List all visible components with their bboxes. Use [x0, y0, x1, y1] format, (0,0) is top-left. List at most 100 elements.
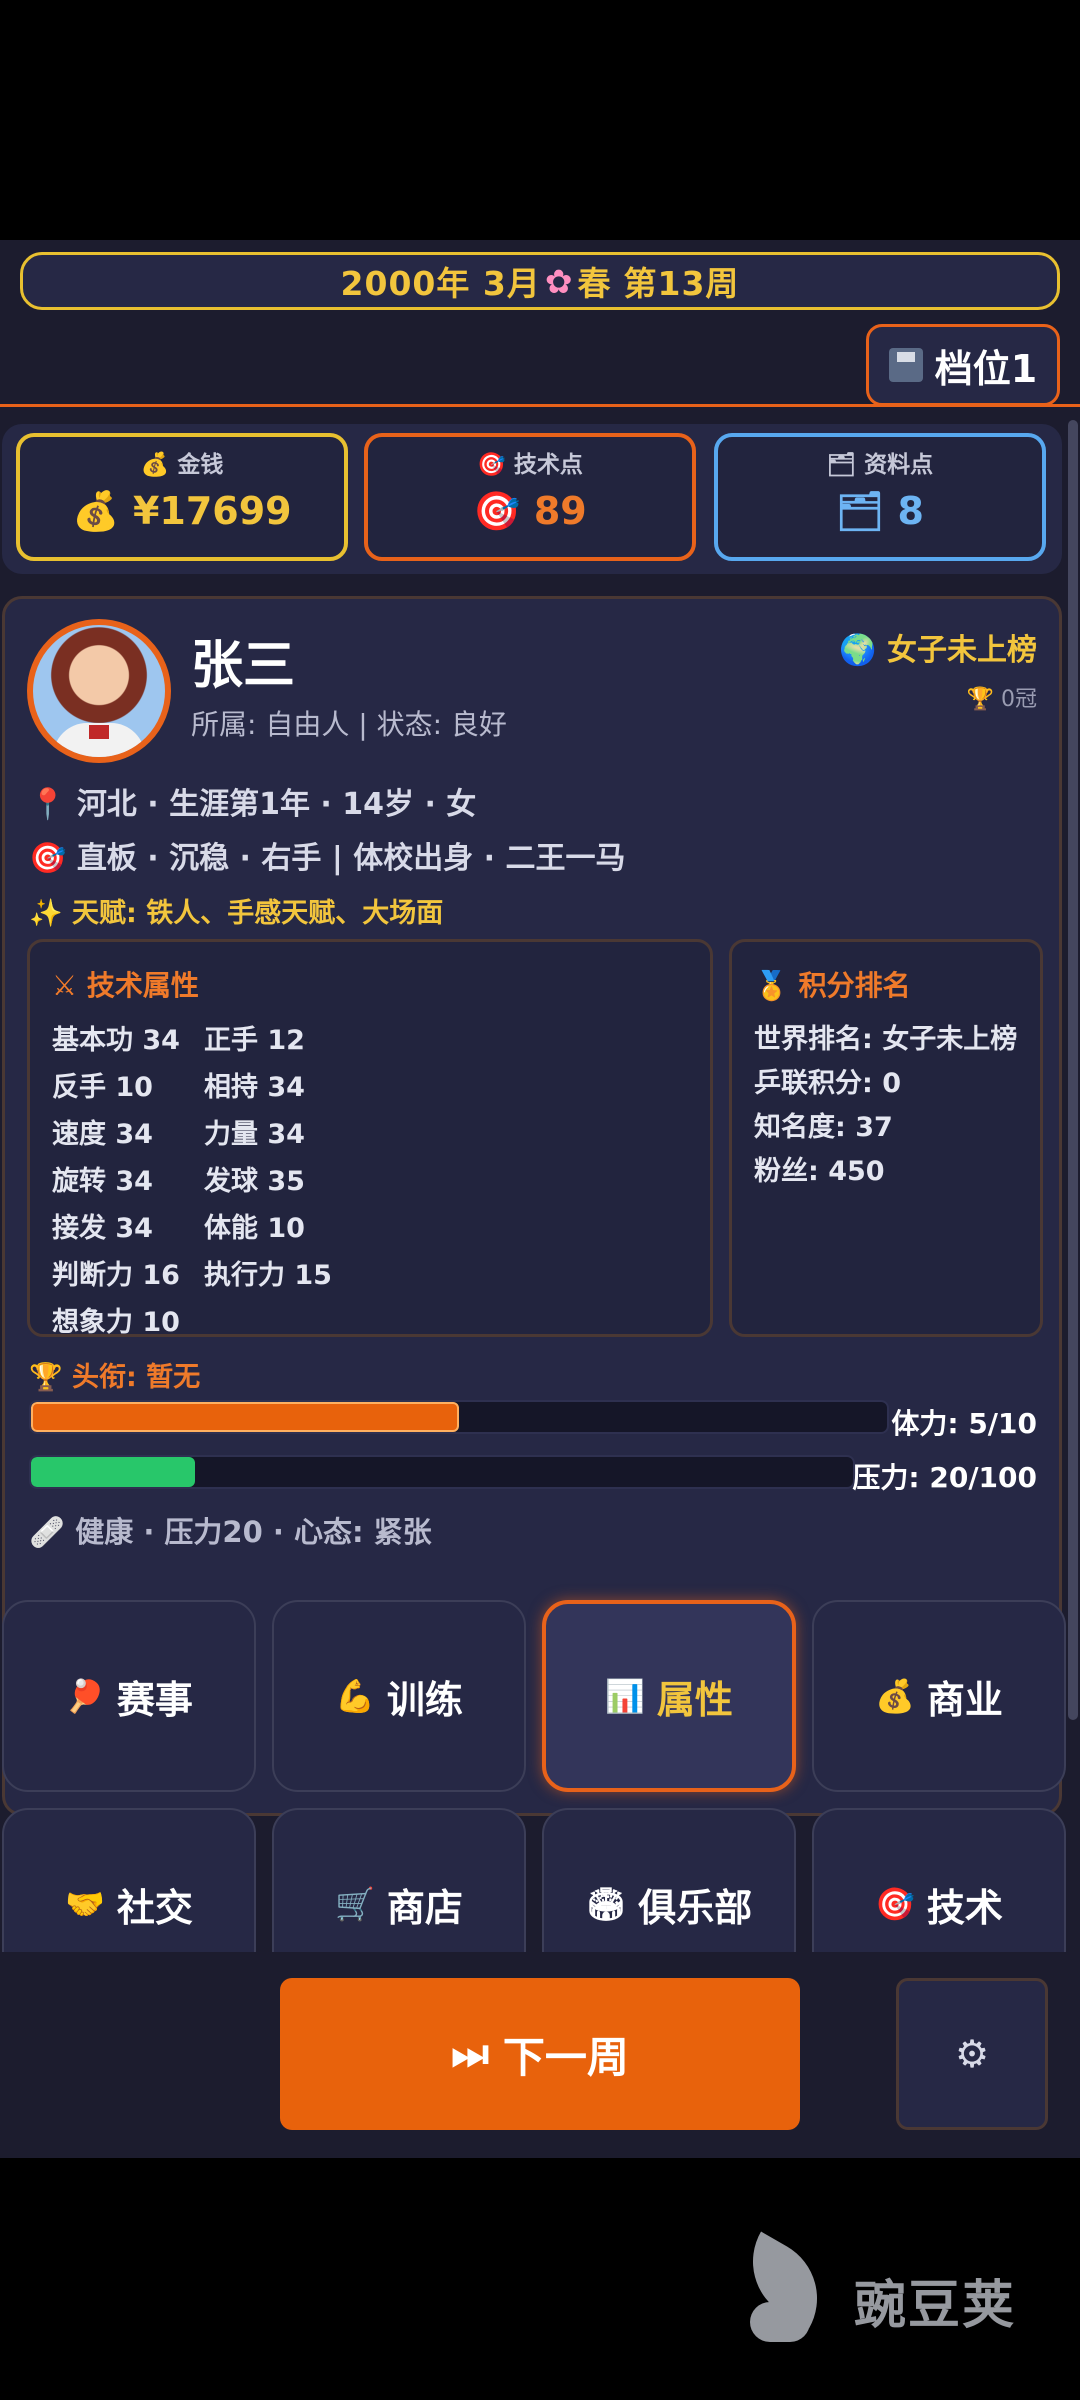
- trophy-icon: 🏆: [29, 1362, 63, 1393]
- target-icon: 🎯: [477, 452, 506, 478]
- stadium-icon: 🏟: [585, 1885, 627, 1923]
- technical-attributes-panel: ⚔ 技术属性 基本功 34 正手 12 反手 10 相持 34 速度 34 力量…: [27, 939, 713, 1339]
- handshake-icon: 🤝: [65, 1885, 105, 1923]
- menu-label: 属性: [656, 1677, 733, 1722]
- honorific-title-line: 🏆 头衔: 暂无: [29, 1355, 200, 1394]
- medal-icon: 🏅: [754, 969, 789, 1002]
- ranking-line: 知名度: 37: [754, 1112, 893, 1143]
- pressure-label: 压力: 20/100: [852, 1461, 1037, 1494]
- attribute-item: 体能 10: [204, 1213, 305, 1244]
- menu-label: 技术: [926, 1885, 1003, 1930]
- menu-label: 俱乐部: [638, 1885, 753, 1930]
- next-week-label: 下一周: [502, 2032, 629, 2082]
- pressure-bar-fill: [31, 1457, 196, 1487]
- player-name: 张三: [191, 636, 296, 696]
- pea-pod-icon: [730, 2250, 840, 2350]
- money-label: 金钱: [177, 452, 224, 478]
- honorific-value: 暂无: [146, 1362, 201, 1393]
- shopping-cart-icon: 🛒: [335, 1885, 375, 1923]
- menu-label: 社交: [116, 1885, 193, 1930]
- player-style-line: 🎯 直板 · 沉稳 · 右手 | 体校出身 · 二王一马: [29, 833, 626, 877]
- skill-points-label: 技术点: [513, 452, 583, 478]
- attribute-item: 旋转 34: [52, 1166, 153, 1197]
- pressure-bar: [29, 1455, 855, 1489]
- gear-icon: ⚙: [954, 2032, 990, 2076]
- attribute-item: 接发 34: [52, 1213, 153, 1244]
- watermark-text: 豌豆荚: [854, 2275, 1017, 2336]
- menu-label: 商店: [386, 1885, 463, 1930]
- target-icon: 🎯: [29, 841, 67, 876]
- ping-pong-icon: 🏓: [65, 1677, 105, 1715]
- attribute-item: 执行力 15: [204, 1260, 332, 1291]
- attribute-item: 相持 34: [204, 1072, 305, 1103]
- player-style-text: 直板 · 沉稳 · 右手 | 体校出身 · 二王一马: [76, 841, 626, 876]
- talent-line: ✨ 天赋: 铁人、手感天赋、大场面: [29, 891, 443, 930]
- crossed-swords-icon: ⚔: [52, 969, 78, 1002]
- technical-attributes-title: 技术属性: [86, 969, 199, 1002]
- date-banner: 2000年 3月 ✿ 春 第13周: [20, 252, 1060, 310]
- header-divider: [0, 404, 1080, 407]
- settings-button[interactable]: ⚙: [896, 1978, 1048, 2130]
- target-icon: 🎯: [875, 1885, 915, 1923]
- save-slot-button[interactable]: 档位1: [866, 324, 1060, 406]
- stamina-bar: [29, 1400, 889, 1434]
- health-status-line: 🩹 健康 · 压力20 · 心态: 紧张: [29, 1509, 432, 1551]
- ranking-line: 世界排名: 女子未上榜: [754, 1024, 1018, 1055]
- menu-label: 商业: [926, 1677, 1003, 1722]
- fast-forward-icon: ⏭: [451, 2029, 489, 2078]
- attribute-item: 力量 34: [204, 1119, 305, 1150]
- menu-label: 赛事: [116, 1677, 193, 1722]
- ranking-list: 世界排名: 女子未上榜 乒联积分: 0 知名度: 37 粉丝: 450: [754, 1018, 1040, 1194]
- folder-icon: 🗂: [836, 489, 885, 533]
- location-pin-icon: 📍: [29, 787, 67, 822]
- skill-points-stat: 🎯 技术点 🎯 89: [364, 433, 696, 561]
- money-bag-icon: 💰: [72, 489, 120, 533]
- talent-label: 天赋:: [72, 898, 137, 929]
- cherry-blossom-icon: ✿: [544, 261, 574, 301]
- ranking-line: 粉丝: 450: [754, 1156, 885, 1187]
- player-background-line: 📍 河北 · 生涯第1年 · 14岁 · 女: [29, 779, 476, 823]
- menu-business-button[interactable]: 💰 商业: [812, 1600, 1066, 1792]
- crowns-text: 0冠: [1001, 687, 1037, 712]
- attribute-item: 基本功 34: [52, 1025, 180, 1056]
- stamina-bar-fill: [31, 1402, 459, 1432]
- attribute-grid: 基本功 34 正手 12 反手 10 相持 34 速度 34 力量 34 旋转 …: [52, 1018, 710, 1339]
- money-bag-icon: 💰: [140, 452, 170, 478]
- menu-training-button[interactable]: 💪 训练: [272, 1600, 526, 1792]
- menu-matches-button[interactable]: 🏓 赛事: [2, 1600, 256, 1792]
- resource-stats: 💰 金钱 💰 ¥17699 🎯 技术点 🎯 89 🗂 资料点 🗂 8: [2, 424, 1062, 574]
- honorific-label: 头衔:: [72, 1362, 137, 1393]
- sparkles-icon: ✨: [29, 898, 63, 929]
- money-value: ¥17699: [132, 489, 292, 533]
- player-background-text: 河北 · 生涯第1年 · 14岁 · 女: [76, 787, 477, 822]
- attribute-item: 判断力 16: [52, 1260, 180, 1291]
- health-status-text: 健康 · 压力20 · 心态: 紧张: [75, 1515, 432, 1549]
- player-affiliation-status: 所属: 自由人 | 状态: 良好: [191, 708, 507, 741]
- next-week-button[interactable]: ⏭ 下一周: [280, 1978, 800, 2130]
- ranking-panel-title: 积分排名: [798, 969, 911, 1002]
- player-avatar: [27, 619, 171, 763]
- game-screen: 2000年 3月 ✿ 春 第13周 档位1 💰 金钱 💰 ¥17699 🎯 技术…: [0, 240, 1080, 2158]
- attribute-item: 速度 34: [52, 1119, 153, 1150]
- flexed-bicep-icon: 💪: [335, 1677, 375, 1715]
- watermark-logo: 豌豆荚: [730, 2250, 1016, 2350]
- attribute-item: 发球 35: [204, 1166, 305, 1197]
- attribute-item: 反手 10: [52, 1072, 153, 1103]
- scrollbar[interactable]: [1068, 420, 1078, 1720]
- talent-value: 铁人、手感天赋、大场面: [146, 898, 444, 929]
- data-points-label: 资料点: [864, 452, 934, 478]
- floppy-disk-icon: [888, 348, 923, 382]
- trophy-icon: 🏆: [966, 687, 994, 712]
- skill-points-value: 89: [533, 489, 587, 533]
- data-points-stat: 🗂 资料点 🗂 8: [714, 433, 1046, 561]
- date-text: 2000年 3月: [340, 264, 541, 303]
- stamina-label: 体力: 5/10: [891, 1407, 1037, 1440]
- data-points-value: 8: [897, 489, 924, 533]
- target-icon: 🎯: [473, 489, 521, 533]
- bar-chart-icon: 📊: [605, 1677, 645, 1715]
- menu-label: 训练: [386, 1677, 463, 1722]
- menu-attributes-button[interactable]: 📊 属性: [542, 1600, 796, 1792]
- week-text: 第13周: [623, 264, 740, 303]
- ranking-tag: 🌍 女子未上榜: [839, 625, 1037, 669]
- globe-icon: 🌍: [839, 633, 877, 668]
